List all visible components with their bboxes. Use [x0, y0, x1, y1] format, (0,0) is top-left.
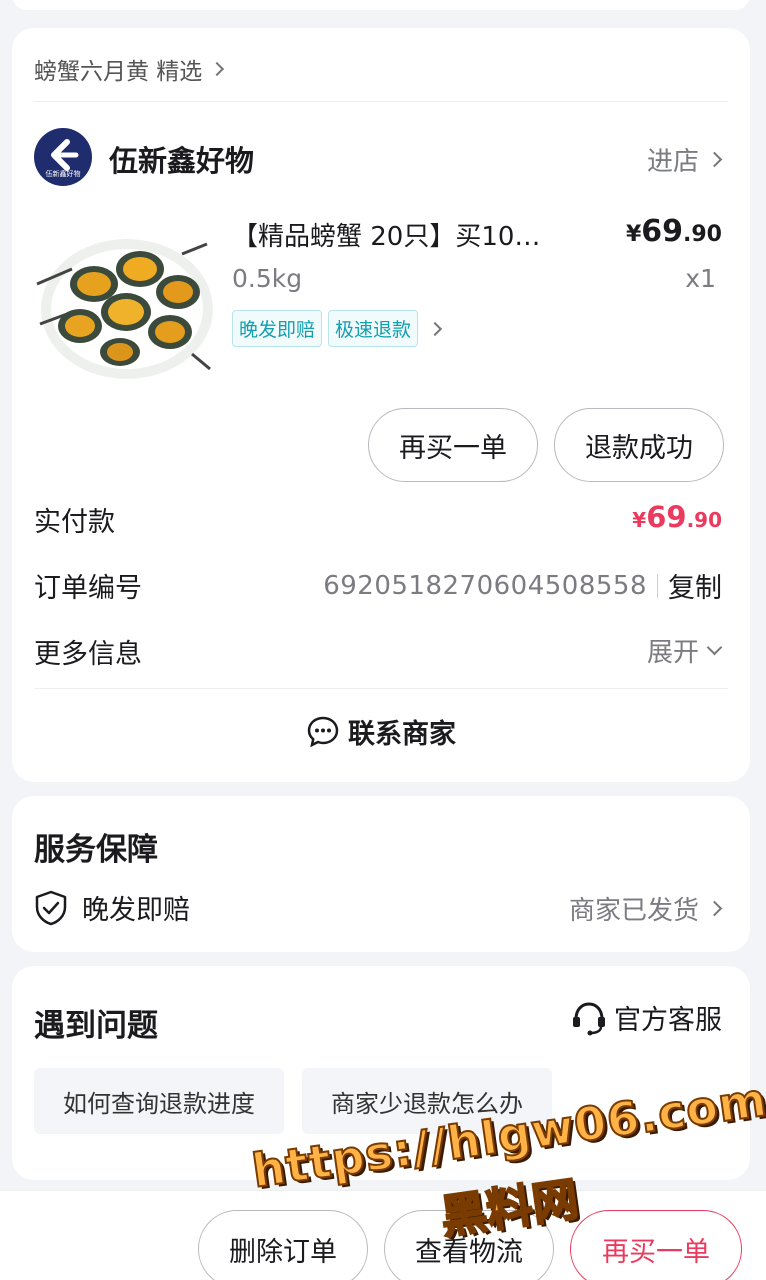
service-status: 商家已发货: [568, 896, 699, 926]
tag-late-ship: 晚发即赔: [232, 310, 323, 347]
paid-label: 实付款: [34, 507, 115, 538]
paid-dec: .90: [686, 508, 722, 532]
copy-button[interactable]: 复制: [668, 566, 722, 605]
refund-status-button[interactable]: 退款成功: [554, 408, 724, 482]
chevron-right-icon: [706, 151, 723, 168]
faq-refund-progress[interactable]: 如何查询退款进度: [34, 1068, 284, 1134]
service-item-label: 晚发即赔: [82, 895, 190, 926]
contact-merchant-label: 联系商家: [348, 719, 456, 750]
expand-toggle[interactable]: 展开: [646, 632, 723, 669]
order-no-row: 6920518270604508558 复制: [323, 566, 722, 605]
tag-fast-refund: 极速退款: [328, 310, 419, 347]
problems-title: 遇到问题: [34, 1008, 158, 1044]
shield-check-icon: [35, 890, 67, 925]
price-symbol: ¥: [625, 222, 642, 247]
order-card: 螃蟹六月黄 精选 伍新鑫好物 伍新鑫好物 进店 【精品螃蟹 20只】买10… ¥…: [12, 28, 750, 782]
chevron-down-icon: [706, 639, 723, 656]
enter-shop-link[interactable]: 进店: [646, 141, 723, 178]
shop-name[interactable]: 伍新鑫好物: [109, 138, 254, 180]
top-card-edge: [12, 0, 750, 10]
breadcrumb[interactable]: 螃蟹六月黄 精选: [34, 52, 225, 86]
paid-int: 69: [646, 500, 687, 534]
product-price: ¥69.90: [626, 214, 722, 249]
shop-logo[interactable]: 伍新鑫好物: [34, 128, 92, 186]
service-item[interactable]: 晚发即赔: [34, 888, 190, 927]
enter-shop-label: 进店: [646, 147, 699, 177]
breadcrumb-text: 螃蟹六月黄 精选: [34, 59, 203, 85]
shop-logo-text: 伍新鑫好物: [45, 170, 81, 178]
headset-icon: [573, 1001, 605, 1035]
chevron-right-icon: [706, 900, 723, 917]
contact-merchant-button[interactable]: 联系商家: [12, 712, 750, 751]
paid-amount: ¥69.90: [632, 500, 722, 534]
chevron-right-icon: [210, 61, 225, 77]
service-status-link[interactable]: 商家已发货: [568, 890, 723, 927]
customer-service-button[interactable]: 官方客服: [570, 998, 722, 1037]
product-quantity: x1: [685, 264, 716, 293]
service-card: 服务保障 晚发即赔 商家已发货: [12, 796, 750, 952]
product-title[interactable]: 【精品螃蟹 20只】买10…: [232, 216, 592, 253]
divider: [34, 688, 728, 689]
price-int: 69: [641, 214, 684, 249]
rebuy-button[interactable]: 再买一单: [368, 408, 538, 482]
chevron-right-icon: [427, 321, 443, 336]
more-info-label: 更多信息: [34, 639, 142, 670]
price-dec: .90: [683, 222, 722, 247]
product-image[interactable]: [32, 214, 214, 384]
product-tags[interactable]: 晚发即赔 极速退款: [232, 310, 443, 347]
paid-symbol: ¥: [632, 508, 647, 532]
divider: [657, 573, 658, 598]
service-title: 服务保障: [34, 832, 158, 868]
delete-order-button[interactable]: 删除订单: [198, 1210, 368, 1280]
expand-label: 展开: [646, 638, 699, 668]
order-no-label: 订单编号: [34, 573, 142, 604]
rebuy-bottom-button[interactable]: 再买一单: [570, 1210, 742, 1280]
divider: [34, 101, 728, 102]
customer-service-label: 官方客服: [614, 1005, 722, 1036]
chat-bubble-icon: [307, 716, 339, 747]
product-spec: 0.5kg: [232, 264, 303, 293]
crab-image: [36, 239, 213, 379]
order-number: 6920518270604508558: [323, 570, 647, 601]
